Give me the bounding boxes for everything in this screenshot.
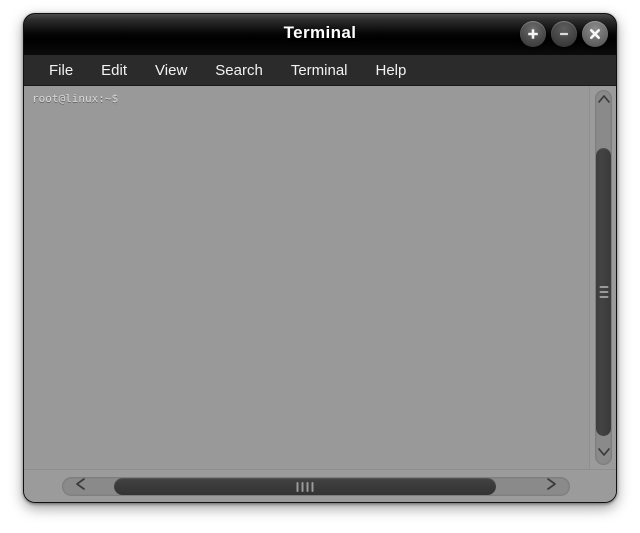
- chevron-up-icon: [597, 92, 611, 110]
- menu-item-edit[interactable]: Edit: [90, 60, 138, 81]
- scroll-down-button[interactable]: [595, 443, 612, 465]
- close-button[interactable]: [582, 21, 608, 47]
- chevron-right-icon: [543, 477, 559, 496]
- horizontal-scrollbar[interactable]: [24, 469, 616, 502]
- chevron-left-icon: [73, 477, 89, 496]
- vertical-scrollbar[interactable]: [589, 86, 616, 469]
- title-bar[interactable]: Terminal: [24, 14, 616, 55]
- menu-bar: File Edit View Search Terminal Help: [24, 55, 616, 86]
- plus-icon: [526, 27, 540, 41]
- minimize-button[interactable]: [551, 21, 577, 47]
- horizontal-scrollbar-thumb[interactable]: [114, 478, 496, 495]
- menu-item-file[interactable]: File: [38, 60, 84, 81]
- resize-grip[interactable]: [592, 480, 614, 502]
- vertical-scrollbar-thumb[interactable]: [596, 148, 611, 436]
- minus-icon: [557, 27, 571, 41]
- terminal-window: Terminal File Edit View Search Terminal …: [23, 13, 617, 503]
- menu-item-terminal[interactable]: Terminal: [280, 60, 359, 81]
- terminal-output-area[interactable]: root@linux:~$: [24, 86, 589, 469]
- menu-item-view[interactable]: View: [144, 60, 198, 81]
- terminal-row: root@linux:~$: [24, 86, 616, 469]
- window-body: root@linux:~$: [24, 86, 616, 502]
- terminal-prompt-line: root@linux:~$: [32, 92, 119, 105]
- close-icon: [588, 27, 602, 41]
- horizontal-thumb-grip-icon: [296, 481, 314, 492]
- vertical-thumb-grip-icon: [599, 286, 608, 298]
- screen-root: Terminal File Edit View Search Terminal …: [0, 0, 640, 533]
- maximize-button[interactable]: [520, 21, 546, 47]
- scroll-left-button[interactable]: [68, 477, 94, 496]
- menu-item-help[interactable]: Help: [365, 60, 418, 81]
- scroll-right-button[interactable]: [538, 477, 564, 496]
- scroll-up-button[interactable]: [595, 90, 612, 112]
- window-controls: [520, 21, 608, 47]
- menu-item-search[interactable]: Search: [204, 60, 274, 81]
- chevron-down-icon: [597, 445, 611, 463]
